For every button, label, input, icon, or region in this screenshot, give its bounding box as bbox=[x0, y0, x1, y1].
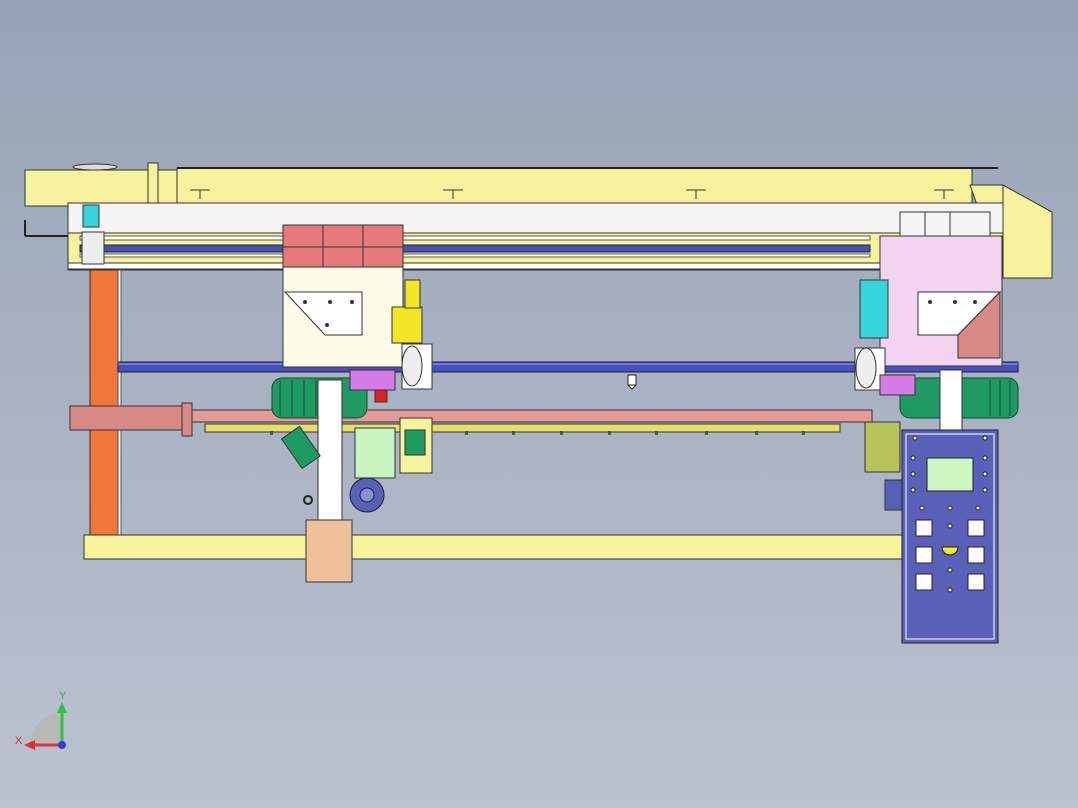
panel-screen bbox=[926, 457, 974, 492]
control-panel bbox=[901, 429, 999, 644]
x-axis-label: X bbox=[15, 735, 23, 747]
z-axis-dot bbox=[58, 741, 66, 749]
left-carriage bbox=[271, 224, 433, 583]
y-axis-label: Y bbox=[59, 690, 67, 702]
machine-drawing: Y X bbox=[15, 162, 1053, 750]
upper-frame bbox=[24, 202, 1004, 271]
cad-viewport[interactable]: Y X bbox=[0, 0, 1078, 808]
lower-beam bbox=[83, 534, 903, 560]
left-column bbox=[89, 269, 122, 536]
coordinate-triad: Y X bbox=[15, 690, 67, 750]
